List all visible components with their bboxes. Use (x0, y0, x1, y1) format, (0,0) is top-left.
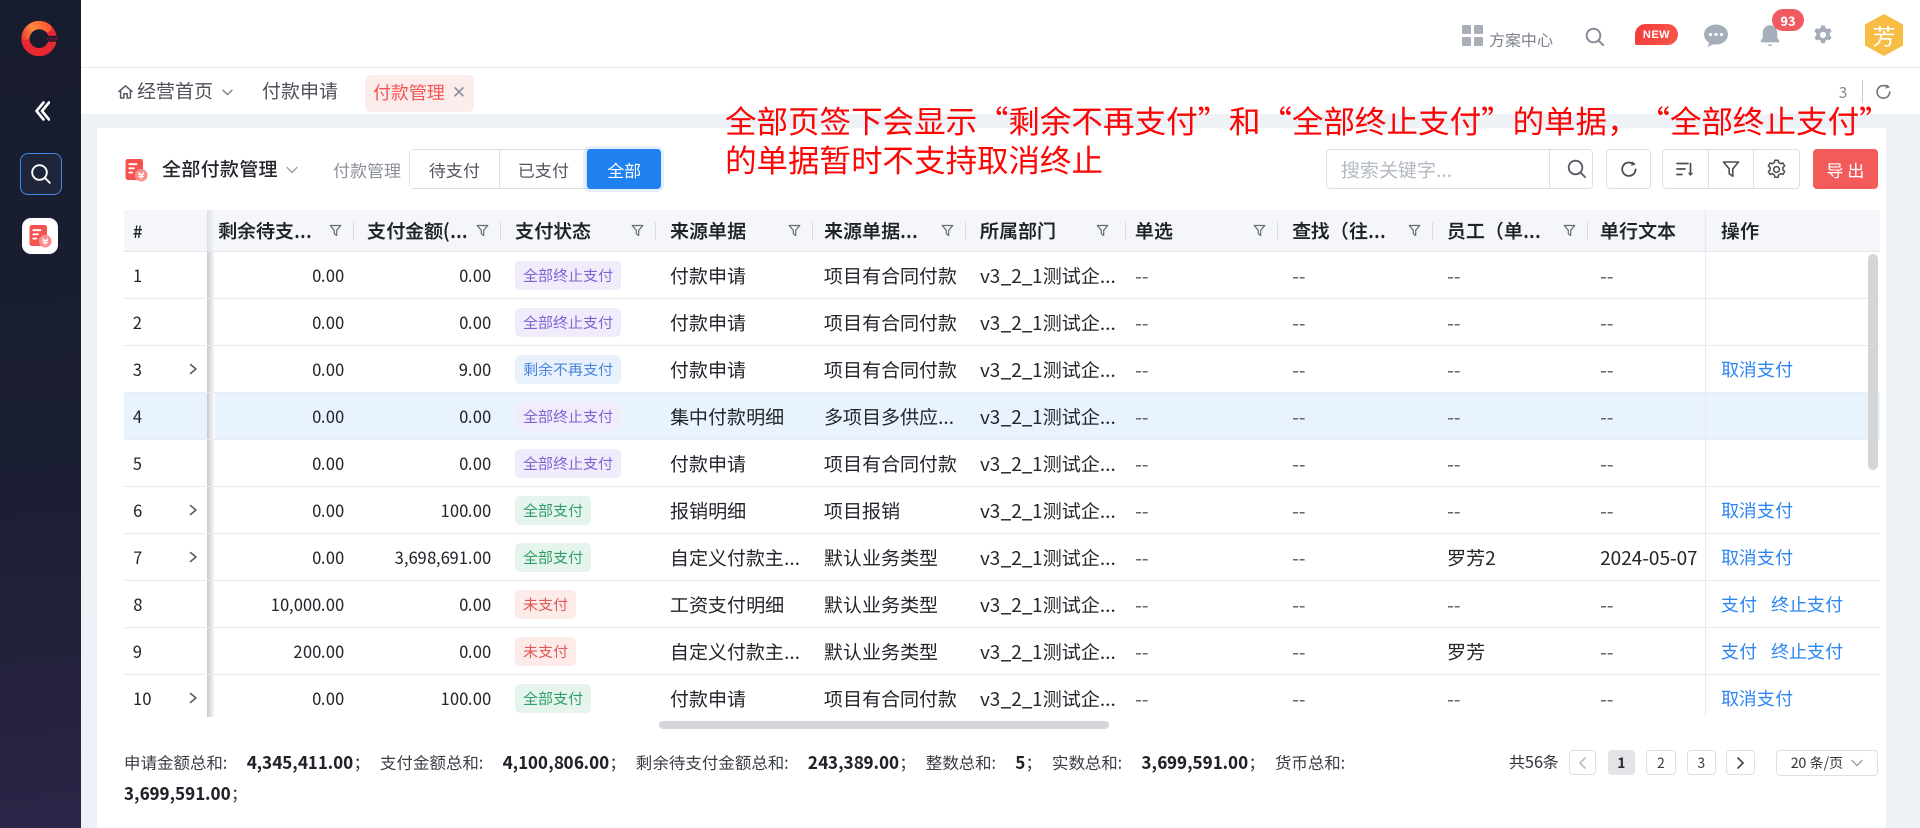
svg-text:CRM: CRM (47, 37, 58, 42)
